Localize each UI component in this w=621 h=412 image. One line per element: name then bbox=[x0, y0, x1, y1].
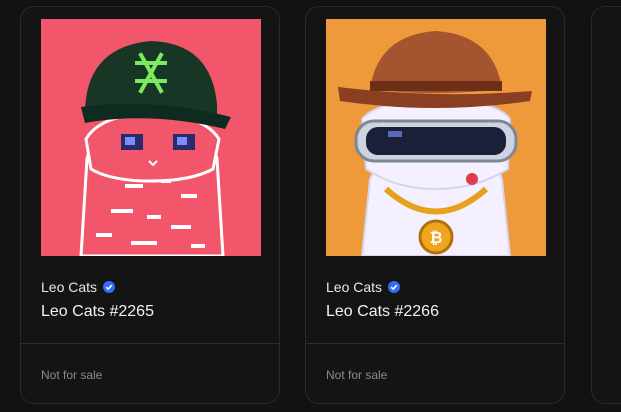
nft-card-partial[interactable] bbox=[591, 6, 621, 404]
collection-label: Leo Cats bbox=[326, 279, 383, 295]
sale-status: Not for sale bbox=[326, 368, 388, 382]
svg-text:₿: ₿ bbox=[429, 228, 442, 247]
card-divider bbox=[21, 343, 279, 344]
nft-card-2266[interactable]: ₿ Leo Cats Leo Cats #2266 Not for sale bbox=[305, 6, 565, 404]
nft-image-2266[interactable]: ₿ bbox=[326, 19, 546, 256]
nft-image-2265[interactable] bbox=[41, 19, 261, 256]
card-divider bbox=[306, 343, 564, 344]
nft-title[interactable]: Leo Cats #2266 bbox=[326, 303, 439, 321]
collection-name[interactable]: Leo Cats bbox=[326, 279, 401, 295]
verified-badge-icon bbox=[103, 281, 116, 293]
pixel-cat-fedora-art: ₿ bbox=[326, 19, 546, 256]
collection-label: Leo Cats bbox=[41, 279, 98, 295]
nft-title[interactable]: Leo Cats #2265 bbox=[41, 303, 154, 321]
sale-status: Not for sale bbox=[41, 368, 103, 382]
collection-name[interactable]: Leo Cats bbox=[41, 279, 116, 295]
pixel-cat-cap-art bbox=[41, 19, 261, 256]
nft-card-2265[interactable]: Leo Cats Leo Cats #2265 Not for sale bbox=[20, 6, 280, 404]
verified-badge-icon bbox=[388, 281, 401, 293]
